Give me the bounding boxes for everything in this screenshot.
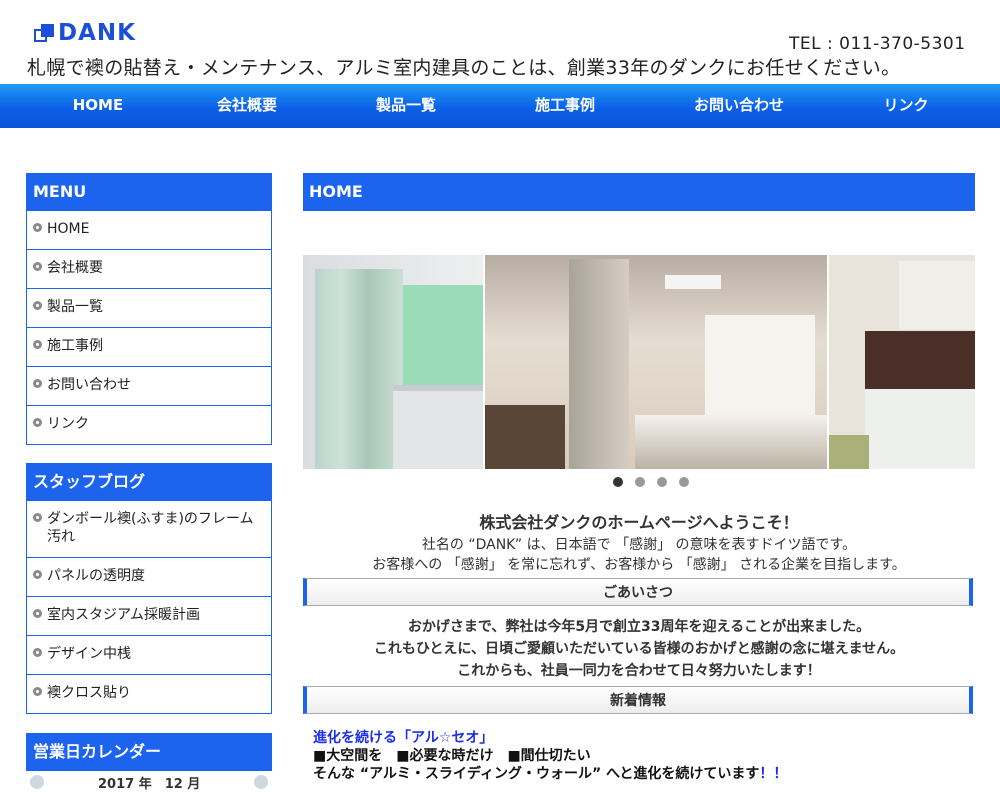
- phone-number: TEL : 011-370-5301: [789, 34, 966, 54]
- calendar-header: 2017 年 12 月: [26, 771, 272, 792]
- sidebar-item-label: 製品一覧: [47, 299, 103, 315]
- sidebar-blog: スタッフブログ ダンボール襖(ふすま)のフレーム汚れ パネルの透明度 室内スタジ…: [26, 463, 272, 714]
- greeting-line: これからも、社員一同力を合わせて日々努力いたします！: [457, 663, 821, 679]
- welcome-block: 株式会社ダンクのホームページへようこそ！ 社名の “DANK” は、日本語で 「…: [303, 509, 975, 575]
- blog-item-label: パネルの透明度: [47, 568, 145, 584]
- logo-text: DANK: [58, 20, 136, 46]
- welcome-text: 社名の “DANK” は、日本語で 「感謝」 の意味を表すドイツ語です。 お客様へ…: [372, 537, 906, 573]
- slider-dots: [613, 477, 689, 487]
- nav-contact[interactable]: お問い合わせ: [616, 84, 862, 128]
- greeting-title: ごあいさつ: [303, 578, 973, 606]
- bullet-icon: [33, 687, 42, 696]
- nav-home[interactable]: HOME: [0, 84, 196, 128]
- bullet-icon: [33, 223, 42, 232]
- news-line: そんな “アルミ・スライディング・ウォール” へと進化を続けています！！: [313, 766, 788, 782]
- sidebar-item-links[interactable]: リンク: [27, 406, 271, 444]
- calendar-month-label: 2017 年 12 月: [98, 777, 201, 792]
- sidebar-item-label: お問い合わせ: [47, 377, 131, 393]
- news-title: 新着情報: [303, 686, 973, 714]
- bullet-icon: [33, 648, 42, 657]
- nav-company[interactable]: 会社概要: [196, 84, 298, 128]
- image-slider[interactable]: [303, 255, 975, 469]
- sidebar-item-home[interactable]: HOME: [27, 211, 271, 250]
- blog-item[interactable]: デザイン中桟: [27, 636, 271, 675]
- bullet-icon: [33, 418, 42, 427]
- sidebar-blog-title: スタッフブログ: [26, 463, 272, 501]
- greeting-text: おかげさまで、弊社は今年5月で創立33周年を迎えることが出来ました。 これもひと…: [303, 616, 975, 682]
- sidebar-calendar-title: 営業日カレンダー: [26, 733, 272, 771]
- global-nav: HOME 会社概要 製品一覧 施工事例 お問い合わせ リンク: [0, 84, 1000, 128]
- bullet-icon: [33, 570, 42, 579]
- blog-item[interactable]: パネルの透明度: [27, 558, 271, 597]
- news-item: 進化を続ける「アル☆セオ」 ■大空間を ■必要な時だけ ■間仕切たい そんな “…: [313, 729, 973, 783]
- blog-item-label: 襖クロス貼り: [47, 685, 131, 701]
- site-header: DANK TEL : 011-370-5301 札幌で襖の貼替え・メンテナンス、…: [0, 0, 1000, 84]
- slide-photo-kitchen: [303, 255, 483, 469]
- bullet-icon: [33, 609, 42, 618]
- bullet-icon: [33, 301, 42, 310]
- slider-dot[interactable]: [657, 477, 667, 487]
- sidebar-item-products[interactable]: 製品一覧: [27, 289, 271, 328]
- greeting-line: これもひとえに、日頃ご愛顧いただいている皆様のおかげと感謝の念に堪えません。: [373, 641, 905, 657]
- blog-item[interactable]: 室内スタジアム採暖計画: [27, 597, 271, 636]
- news-line: ■大空間を ■必要な時だけ ■間仕切たい: [313, 748, 591, 764]
- sidebar-menu: MENU HOME 会社概要 製品一覧 施工事例 お問い合わせ リンク: [26, 173, 272, 445]
- slide-photo-washitsu: [829, 255, 975, 469]
- sidebar-calendar: 営業日カレンダー 2017 年 12 月: [26, 733, 272, 792]
- sidebar-item-works[interactable]: 施工事例: [27, 328, 271, 367]
- news-heading[interactable]: 進化を続ける「アル☆セオ」: [313, 729, 973, 747]
- main-title: HOME: [303, 173, 975, 211]
- blog-item-label: ダンボール襖(ふすま)のフレーム汚れ: [47, 511, 254, 545]
- welcome-title: 株式会社ダンクのホームページへようこそ！: [479, 513, 799, 532]
- slider-dot[interactable]: [635, 477, 645, 487]
- bullet-icon: [33, 340, 42, 349]
- blog-item[interactable]: 襖クロス貼り: [27, 675, 271, 713]
- blog-item-label: デザイン中桟: [47, 646, 131, 662]
- bullet-icon: [33, 379, 42, 388]
- nav-links[interactable]: リンク: [862, 84, 950, 128]
- blog-item-label: 室内スタジアム採暖計画: [47, 607, 201, 623]
- sidebar-menu-title: MENU: [26, 173, 272, 211]
- blog-item[interactable]: ダンボール襖(ふすま)のフレーム汚れ: [27, 501, 271, 558]
- sidebar-item-label: 会社概要: [47, 260, 103, 276]
- bullet-icon: [33, 262, 42, 271]
- nav-works[interactable]: 施工事例: [514, 84, 616, 128]
- main-content: HOME 株式会社ダンクのホームページへようこそ！ 社名の “DANK” は、日: [303, 173, 975, 782]
- slide-photo-bedroom: [485, 255, 827, 469]
- slider-dot[interactable]: [613, 477, 623, 487]
- sidebar-item-company[interactable]: 会社概要: [27, 250, 271, 289]
- sidebar-item-label: リンク: [47, 416, 89, 432]
- slider-dot[interactable]: [679, 477, 689, 487]
- site-logo[interactable]: DANK: [34, 20, 136, 46]
- calendar-next-icon[interactable]: [254, 775, 268, 789]
- sidebar-item-contact[interactable]: お問い合わせ: [27, 367, 271, 406]
- site-tagline: 札幌で襖の貼替え・メンテナンス、アルミ室内建具のことは、創業33年のダンクにお任…: [27, 57, 901, 79]
- sidebar-item-label: 施工事例: [47, 338, 103, 354]
- nav-products[interactable]: 製品一覧: [298, 84, 514, 128]
- logo-mark-icon: [34, 24, 54, 42]
- greeting-line: おかげさまで、弊社は今年5月で創立33周年を迎えることが出来ました。: [407, 619, 871, 635]
- sidebar-item-label: HOME: [47, 221, 90, 237]
- bullet-icon: [33, 513, 42, 522]
- calendar-prev-icon[interactable]: [30, 775, 44, 789]
